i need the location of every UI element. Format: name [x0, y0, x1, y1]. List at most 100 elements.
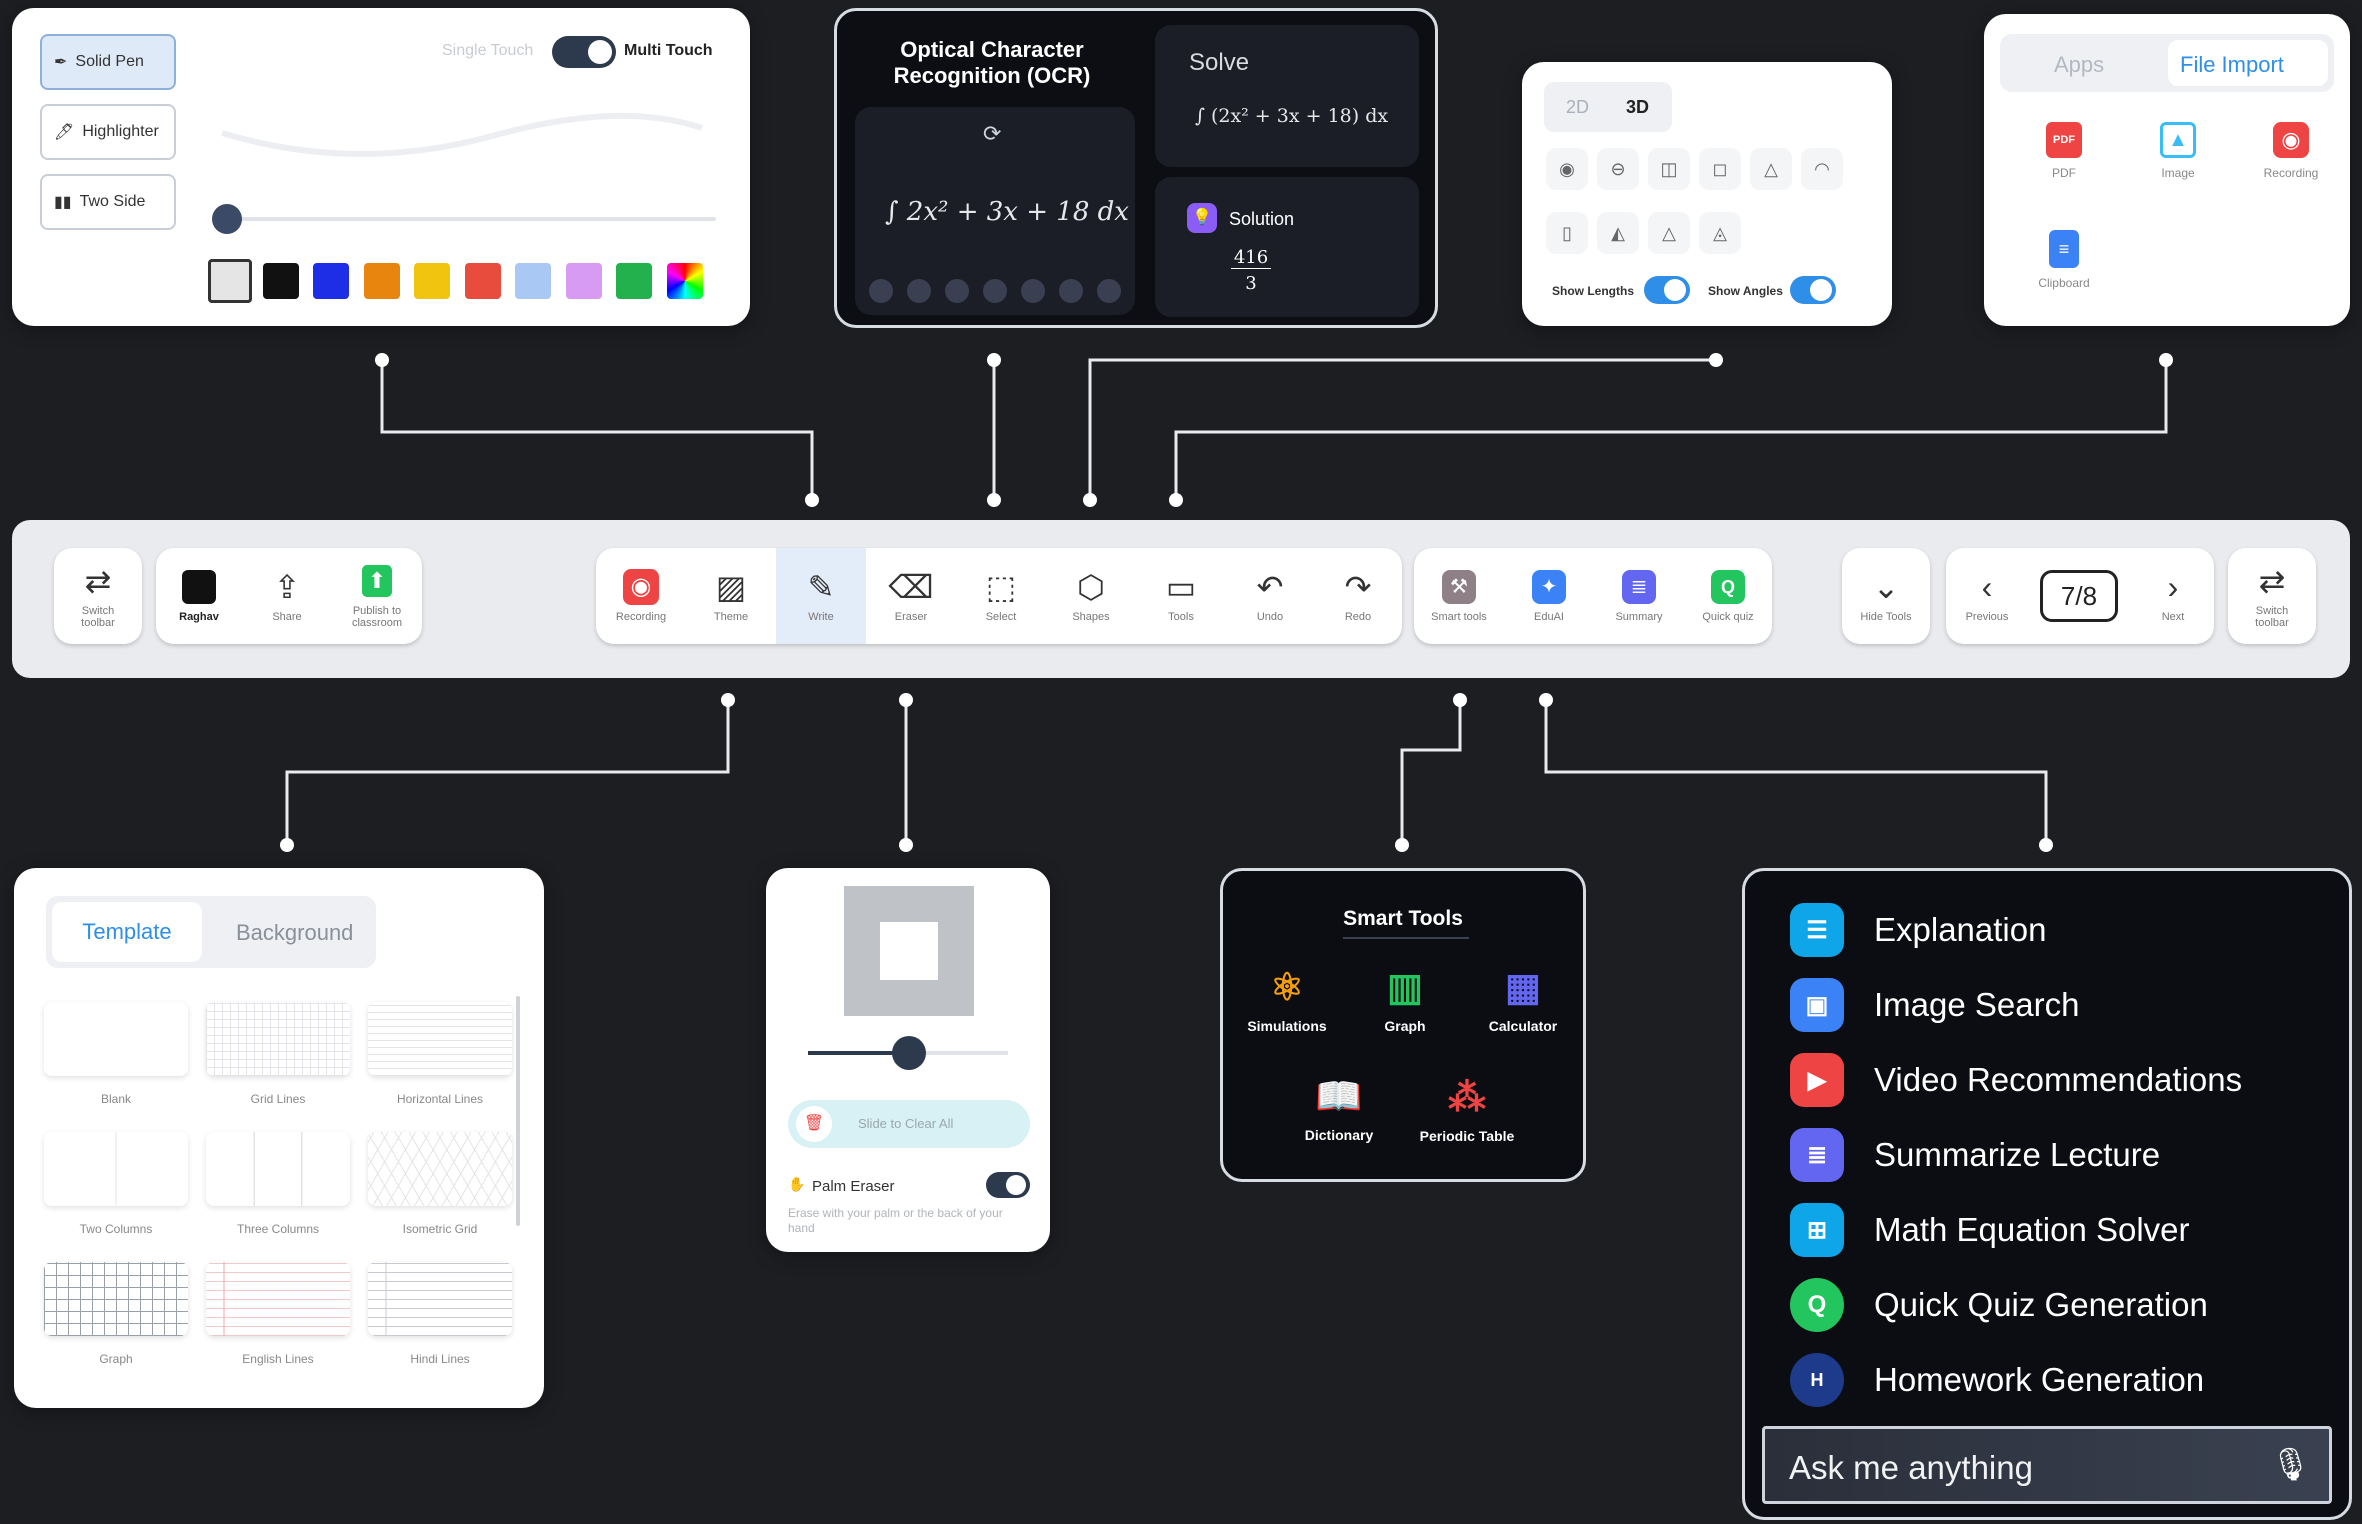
dictionary-tool[interactable]: 📖 Dictionary — [1279, 1075, 1399, 1143]
solid-pen-option[interactable]: ✒ Solid Pen — [40, 34, 176, 90]
stroke-width-slider[interactable] — [212, 204, 718, 234]
template-hindi[interactable] — [368, 1262, 512, 1336]
cone-icon[interactable]: △ — [1750, 148, 1792, 190]
tools-button[interactable]: ▭ Tools — [1136, 548, 1226, 644]
tab-3d[interactable]: 3D — [1626, 97, 1649, 118]
image-item[interactable]: ▲ Image — [2138, 122, 2218, 180]
tab-background[interactable]: Background — [236, 920, 353, 946]
summary-button[interactable]: ≣ Summary — [1594, 548, 1684, 644]
tetrahedron-icon[interactable]: △ — [1648, 212, 1690, 254]
solution-denominator: 3 — [1245, 273, 1257, 294]
color-swatch[interactable] — [313, 263, 349, 299]
show-angles-toggle[interactable] — [1790, 276, 1836, 304]
tab-template[interactable]: Template — [52, 902, 202, 962]
tab-file-import[interactable]: File Import — [2168, 40, 2328, 86]
template-iso[interactable] — [368, 1132, 512, 1206]
recording-button[interactable]: ◉ Recording — [596, 548, 686, 644]
pen-icon: ✒ — [54, 54, 68, 71]
eduai-button[interactable]: ✦ EduAI — [1504, 548, 1594, 644]
prism-icon[interactable]: ◬ — [1699, 212, 1741, 254]
color-swatch[interactable] — [363, 263, 400, 299]
switch-toolbar-right-button[interactable]: ⇄ Switch toolbar — [2228, 548, 2316, 644]
quick-quiz-button[interactable]: Q Quick quiz — [1684, 548, 1772, 644]
cylinder-icon[interactable]: ▯ — [1546, 212, 1588, 254]
ask-input[interactable]: Ask me anything 🎙 — [1762, 1426, 2332, 1504]
share-button[interactable]: ⇪ Share — [242, 548, 332, 644]
shapes-icon: ⬡ — [1077, 569, 1105, 605]
calculator-tool[interactable]: ▦ Calculator — [1463, 965, 1583, 1034]
hemisphere-icon[interactable]: ⊖ — [1597, 148, 1639, 190]
tab-apps[interactable]: Apps — [2054, 52, 2104, 78]
ai-item-explanation[interactable]: ☰ Explanation — [1790, 900, 2046, 960]
template-graph[interactable] — [44, 1262, 188, 1336]
pdf-item[interactable]: PDF PDF — [2024, 122, 2104, 180]
simulations-tool[interactable]: ⚛ Simulations — [1227, 965, 1347, 1034]
graph-tool[interactable]: ▥ Graph — [1345, 965, 1465, 1034]
ai-item-image-search[interactable]: ▣ Image Search — [1790, 975, 2079, 1035]
select-button[interactable]: ⬚ Select — [956, 548, 1046, 644]
microphone-icon[interactable]: 🎙 — [2270, 1445, 2311, 1483]
palm-eraser-toggle[interactable] — [986, 1172, 1030, 1198]
highlighter-option[interactable]: 🖊 Highlighter — [40, 104, 176, 160]
toolbar-right-group: ⇄ Switch toolbar — [2228, 548, 2316, 644]
smart-tools-icon: ⚒ — [1442, 569, 1476, 605]
template-twocol[interactable] — [44, 1132, 188, 1206]
theme-button[interactable]: ▨ Theme — [686, 548, 776, 644]
recording-item[interactable]: ◉ Recording — [2246, 122, 2336, 180]
pyramid-icon[interactable]: ◭ — [1597, 212, 1639, 254]
share-icon: ⇪ — [273, 569, 301, 605]
color-swatch[interactable] — [515, 263, 551, 299]
hide-tools-button[interactable]: ⌄ Hide Tools — [1842, 548, 1930, 644]
color-swatch-selected[interactable] — [208, 259, 252, 303]
undo-button[interactable]: ↶ Undo — [1226, 548, 1314, 644]
color-swatch[interactable] — [565, 263, 602, 299]
slider-handle[interactable] — [892, 1036, 926, 1070]
show-lengths-toggle[interactable] — [1644, 276, 1690, 304]
sphere-icon[interactable]: ◉ — [1546, 148, 1588, 190]
single-touch-label: Single Touch — [442, 42, 534, 59]
next-button[interactable]: › Next — [2132, 548, 2214, 644]
publish-button[interactable]: ⬆ Publish to classroom — [332, 548, 422, 644]
quiz-icon: Q — [1711, 569, 1745, 605]
clipboard-item[interactable]: ≡ Clipboard — [2024, 230, 2104, 290]
color-swatch[interactable] — [464, 263, 501, 299]
template-hlines[interactable] — [368, 1002, 512, 1076]
eraser-button[interactable]: ⌫ Eraser — [866, 548, 956, 644]
ai-item-homework[interactable]: H Homework Generation — [1790, 1350, 2204, 1410]
ai-item-video-recommendations[interactable]: ▶ Video Recommendations — [1790, 1050, 2242, 1110]
template-scrollbar[interactable] — [516, 996, 520, 1226]
template-threecol[interactable] — [206, 1132, 350, 1206]
ask-placeholder: Ask me anything — [1789, 1449, 2033, 1486]
rotate-icon[interactable]: ⟳ — [983, 121, 1001, 147]
chevron-right-icon: › — [2167, 569, 2179, 605]
color-swatch[interactable] — [666, 263, 703, 299]
ai-item-quick-quiz[interactable]: Q Quick Quiz Generation — [1790, 1275, 2208, 1335]
dome-icon[interactable]: ◠ — [1801, 148, 1843, 190]
previous-button[interactable]: ‹ Previous — [1946, 548, 2028, 644]
template-grid[interactable] — [206, 1002, 350, 1076]
redo-button[interactable]: ↷ Redo — [1314, 548, 1402, 644]
template-blank[interactable] — [44, 1002, 188, 1076]
template-english[interactable] — [206, 1262, 350, 1336]
periodic-table-tool[interactable]: ⁂ Periodic Table — [1407, 1075, 1527, 1144]
color-swatch[interactable] — [262, 263, 299, 299]
switch-toolbar-button[interactable]: ⇄ Switch toolbar — [54, 548, 142, 644]
shapes-button[interactable]: ⬡ Shapes — [1046, 548, 1136, 644]
solve-card: Solve ∫ (2x² + 3x + 18) dx — [1155, 25, 1419, 167]
two-side-option[interactable]: ▮▮ Two Side — [40, 174, 176, 230]
ai-item-summarize-lecture[interactable]: ≣ Summarize Lecture — [1790, 1125, 2160, 1185]
smart-tools-button[interactable]: ⚒ Smart tools — [1414, 548, 1504, 644]
ai-item-math-solver[interactable]: ⊞ Math Equation Solver — [1790, 1200, 2190, 1260]
ocr-title: Optical Character Recognition (OCR) — [893, 37, 1091, 88]
cuboid-icon[interactable]: ◻ — [1699, 148, 1741, 190]
profile-button[interactable]: Raghav — [156, 548, 242, 644]
color-swatch[interactable] — [414, 263, 450, 299]
slider-handle[interactable] — [212, 204, 242, 234]
color-swatch[interactable] — [616, 263, 652, 299]
cube-icon[interactable]: ◫ — [1648, 148, 1690, 190]
write-button[interactable]: ✎ Write — [776, 548, 866, 644]
slide-to-clear-control[interactable]: 🗑 Slide to Clear All — [788, 1100, 1030, 1148]
eraser-size-slider[interactable] — [808, 1036, 1008, 1070]
touch-mode-toggle[interactable] — [552, 36, 616, 68]
tab-2d[interactable]: 2D — [1566, 97, 1589, 118]
